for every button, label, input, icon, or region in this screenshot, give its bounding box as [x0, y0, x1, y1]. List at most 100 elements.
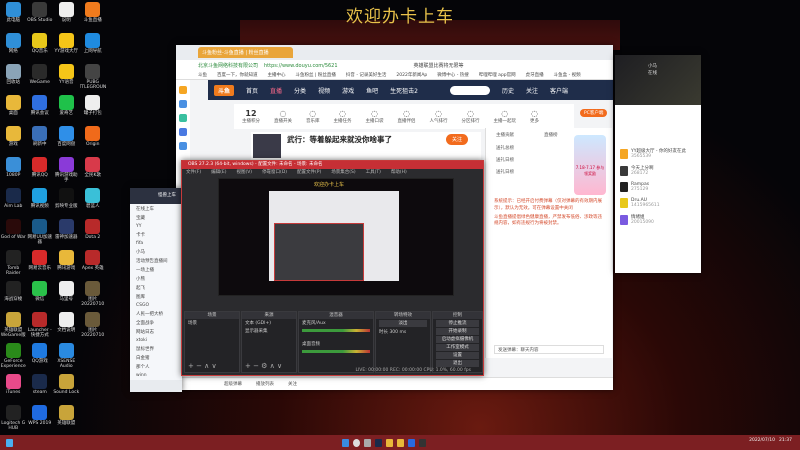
desktop-icon[interactable]: 马里号 — [53, 281, 80, 312]
toolbar-item[interactable]: ◌ 人气排行 — [430, 109, 448, 124]
nav-action[interactable]: 关注 — [526, 86, 538, 95]
desktop-icon[interactable]: 英雄联盟 — [53, 405, 80, 436]
group-item[interactable]: winn — [130, 371, 182, 379]
bookmark[interactable]: 2022年新闻Ap — [396, 72, 427, 78]
desktop-icon[interactable]: 腾讯游戏助手 — [53, 157, 80, 188]
desktop-icon[interactable]: 图片 20220710 — [80, 312, 107, 343]
desktop-icon[interactable]: 碧蓝人 — [80, 188, 107, 219]
games-icon[interactable] — [179, 128, 187, 136]
toolbar-item[interactable]: 12 主播积分 — [242, 109, 260, 124]
obs-control-button[interactable]: 停止推流 — [436, 320, 479, 327]
desktop-icon[interactable]: Launcher - 快捷方式 — [27, 312, 54, 343]
obs-menu-item[interactable]: 视图(V) — [236, 169, 252, 177]
widgets-icon[interactable] — [6, 438, 13, 447]
desktop-icon[interactable]: Origin — [80, 126, 107, 157]
yy-icon[interactable] — [386, 438, 393, 447]
desktop-icon[interactable] — [80, 374, 107, 405]
bookmark[interactable]: 百度一下，你就知道 — [217, 72, 258, 78]
group-item[interactable]: 全面战争 — [130, 318, 182, 327]
obs-menu-item[interactable]: 场景集合(S) — [331, 169, 355, 177]
nav-item[interactable]: 分类 — [294, 86, 306, 95]
desktop-icon[interactable]: GeForce Experience — [0, 343, 27, 374]
nav-item[interactable]: 生死狙击2 — [390, 86, 418, 95]
desktop-icon[interactable]: OBS Studio — [27, 2, 54, 33]
start-icon[interactable] — [342, 438, 349, 447]
desktop-icon[interactable]: 上网导航 — [80, 33, 107, 64]
group-item[interactable]: fifa — [130, 239, 182, 247]
obs-control-button[interactable]: 工作室模式 — [436, 344, 479, 351]
obs-control-button[interactable]: 开始录制 — [436, 328, 479, 335]
group-item[interactable]: 网站日志 — [130, 327, 182, 336]
toolbar-item[interactable]: ◌ 直播开关 — [274, 109, 292, 124]
desktop-icon[interactable]: Sound Lock — [53, 374, 80, 405]
search-icon[interactable] — [353, 438, 360, 447]
toolbar-item[interactable]: ◌ 音乐库 — [306, 109, 320, 124]
bookmark[interactable]: 抖音 - 记录美好生活 — [346, 72, 386, 78]
desktop-icon[interactable]: Logitech G HUB — [0, 405, 27, 436]
nav-item[interactable]: 鱼吧 — [366, 86, 378, 95]
video-icon[interactable] — [179, 142, 187, 150]
obs-menu-item[interactable]: 配置文件(P) — [297, 169, 321, 177]
group-item[interactable]: 白金猪 — [130, 353, 182, 362]
nav-item[interactable]: 游戏 — [342, 86, 354, 95]
source-item[interactable]: 文本 (GDI+) — [242, 319, 296, 327]
nav-search[interactable] — [449, 85, 490, 95]
toolbar-item[interactable]: ◌ 直播伴侣 — [398, 109, 416, 124]
desktop-icon[interactable]: God of War — [0, 219, 27, 250]
desktop-icon[interactable]: 英雄联盟 WeGame版 — [0, 312, 27, 343]
group-item[interactable]: YY — [130, 222, 182, 230]
desktop-icon[interactable]: 腾讯QQ — [27, 157, 54, 188]
bottom-bar-item[interactable]: 关注 — [288, 381, 297, 387]
friend-item[interactable]: 情绪姐 20015090 — [615, 211, 701, 228]
group-item[interactable]: 鼠标世界 — [130, 344, 182, 353]
toolbar-item[interactable]: ◌ 更多 — [530, 109, 539, 124]
qq-icon[interactable] — [408, 438, 415, 447]
desktop-icon[interactable]: 网易UU加速器 — [27, 219, 54, 250]
desktop-icon[interactable]: 网易云音乐 — [27, 250, 54, 281]
bottom-bar-item[interactable]: 播放列表 — [256, 381, 274, 387]
tray-clock[interactable]: 21:37 — [779, 438, 792, 443]
desktop-icon[interactable]: 图片 20220710 — [80, 281, 107, 312]
desktop-icon[interactable]: 微信 — [27, 281, 54, 312]
obs-menu-item[interactable]: 文件(F) — [186, 169, 201, 177]
bookmark[interactable]: 斗鱼盒 - 视频 — [554, 72, 581, 78]
browser-search[interactable]: 英雄联盟比赛将无限等 — [414, 62, 464, 69]
bookmark[interactable]: 斗鱼粉丝 | 粉丝直播 — [296, 72, 336, 78]
obs-control-button[interactable]: 设置 — [436, 352, 479, 359]
follow-button[interactable]: 关注 — [446, 134, 469, 145]
qq-status[interactable]: 在线 — [648, 70, 701, 77]
bookmark[interactable]: 虎牙直播 — [526, 72, 544, 78]
bookmark[interactable]: 哔哩哔哩 app官网 — [479, 72, 516, 78]
nav-item[interactable]: 直播 — [270, 86, 282, 95]
desktop-icon[interactable]: 说明 — [53, 2, 80, 33]
transition-select[interactable]: 淡出 — [379, 320, 427, 327]
desktop-icon[interactable] — [80, 343, 107, 374]
source-item[interactable]: 显示器采集 — [242, 327, 296, 335]
address-bar[interactable]: 北京斗鱼网络科技有限公司 https://www.douyu.com/5621 英雄… — [176, 60, 613, 71]
obs-menu-item[interactable]: 工具(T) — [366, 169, 381, 177]
desktop-icon[interactable]: 腾讯视频 — [27, 188, 54, 219]
friend-item[interactable]: YY超级大厅 - 你的好友在此 3565539 — [615, 145, 701, 162]
desktop-icon[interactable]: 1080P — [0, 157, 27, 188]
favorites-icon[interactable] — [179, 86, 187, 94]
toolbar-item[interactable]: ◌ 主播任务 — [334, 109, 352, 124]
group-item[interactable]: 卡卡 — [130, 230, 182, 239]
desktop-icon[interactable]: steam — [27, 374, 54, 405]
desktop-icon[interactable]: Tomb Raider — [0, 250, 27, 281]
bookmark[interactable]: 斗鱼 — [198, 72, 207, 78]
bookmark[interactable]: 微博中心 - 热搜 — [437, 72, 468, 78]
desktop-icon[interactable]: Apex 英雄 — [80, 250, 107, 281]
desktop-icon[interactable]: XSENSE Audio — [53, 343, 80, 374]
group-item[interactable]: 人民一把大桥 — [130, 309, 182, 318]
chat-input[interactable]: 发送弹幕：聊天内容 — [494, 345, 604, 354]
desktop-icon[interactable]: 桌面 — [0, 95, 27, 126]
tools-icon[interactable] — [179, 114, 187, 122]
toolbar-item[interactable]: ◌ 主播一起玩 — [494, 109, 517, 124]
tab-ranking[interactable]: 直播榜 — [544, 132, 558, 138]
volume-meter[interactable] — [302, 350, 370, 353]
obs-preview[interactable]: 欢迎办卡上车 — [218, 178, 454, 296]
group-item[interactable]: 小熊 — [130, 274, 182, 283]
yy-icon[interactable] — [397, 438, 404, 447]
desktop-icon[interactable]: QQ音乐 — [27, 33, 54, 64]
toolbar-item[interactable]: ◌ 分区排行 — [462, 109, 480, 124]
